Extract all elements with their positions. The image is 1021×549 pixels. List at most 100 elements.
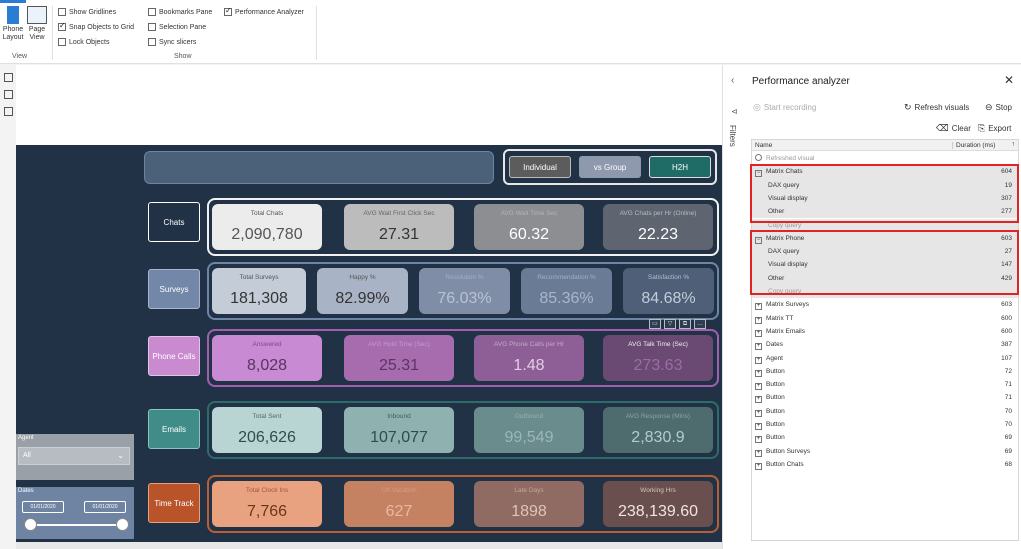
- table-row[interactable]: + Matrix TT 600: [752, 312, 1018, 325]
- toggle-individual[interactable]: Individual: [509, 156, 571, 178]
- expand-icon[interactable]: +: [755, 383, 762, 391]
- filters-pane-collapsed[interactable]: ‹ ⊲ Filters: [722, 65, 747, 549]
- active-tab-indicator: [0, 0, 26, 3]
- focus-mode-icon[interactable]: ⧉: [679, 319, 691, 329]
- phone-layout-icon: [7, 6, 19, 24]
- expand-icon[interactable]: +: [755, 343, 762, 351]
- lock-objects-checkbox[interactable]: Lock Objects: [58, 38, 109, 46]
- row-duration: 70: [1004, 407, 1012, 415]
- data-view-icon[interactable]: [3, 90, 13, 99]
- table-row[interactable]: + Button 70: [752, 405, 1018, 418]
- start-recording-button[interactable]: ◎ Start recording: [753, 102, 816, 113]
- row-name: Agent: [766, 354, 783, 362]
- dates-slicer: Dates 01/01/2020 01/01/2020: [16, 487, 134, 539]
- row-duration: 600: [1001, 314, 1012, 322]
- pin-icon[interactable]: ▭: [649, 319, 661, 329]
- expand-icon[interactable]: +: [755, 369, 762, 377]
- date-to-input[interactable]: 01/01/2020: [84, 501, 126, 513]
- model-view-icon[interactable]: [3, 107, 13, 116]
- table-row[interactable]: + Dates 387: [752, 338, 1018, 351]
- time-track-button[interactable]: Time Track: [148, 483, 200, 523]
- canvas-top-area: [16, 65, 722, 145]
- kpi-card: AVG Response (Mins) 2,830.9: [603, 407, 713, 453]
- row-duration: 71: [1004, 394, 1012, 402]
- row-duration: 107: [1001, 354, 1012, 362]
- filter-icon[interactable]: ▽: [664, 319, 676, 329]
- export-button[interactable]: ⎘ Export: [978, 123, 1011, 134]
- table-header: Name Duration (ms) ↑: [752, 140, 1018, 151]
- table-row[interactable]: + Button 71: [752, 391, 1018, 404]
- phone-calls-button[interactable]: Phone Calls: [148, 336, 200, 376]
- expand-icon[interactable]: +: [755, 409, 762, 417]
- kpi-card: AVG Phone Calls per Hr 1.48: [474, 335, 584, 381]
- table-row[interactable]: + Agent 107: [752, 352, 1018, 365]
- toggle-h2h[interactable]: H2H: [649, 156, 711, 178]
- surveys-button[interactable]: Surveys: [148, 269, 200, 309]
- chats-button[interactable]: Chats: [148, 202, 200, 242]
- performance-analyzer-checkbox[interactable]: Performance Analyzer: [224, 6, 304, 16]
- clear-button[interactable]: ⌫ Clear: [936, 123, 971, 134]
- agent-dropdown[interactable]: All ⌄: [18, 447, 130, 465]
- row-name: Button Surveys: [766, 447, 811, 455]
- more-options-icon[interactable]: …: [694, 319, 706, 329]
- visual-header-toolbar: ▭ ▽ ⧉ …: [649, 319, 706, 329]
- kpi-card: Inbound 107,077: [344, 407, 454, 453]
- table-row[interactable]: + Button 72: [752, 365, 1018, 378]
- row-name: Dates: [766, 341, 783, 349]
- toggle-vs-group[interactable]: vs Group: [579, 156, 641, 178]
- table-row[interactable]: + Matrix Surveys 603: [752, 298, 1018, 311]
- kpi-card: Total Chats 2,090,780: [212, 204, 322, 250]
- emails-button[interactable]: Emails: [148, 409, 200, 449]
- table-row[interactable]: + Button 69: [752, 431, 1018, 444]
- expand-icon[interactable]: +: [755, 436, 762, 444]
- show-gridlines-checkbox[interactable]: Show Gridlines: [58, 8, 116, 16]
- column-duration[interactable]: Duration (ms): [952, 142, 995, 149]
- row-name: Matrix TT: [766, 314, 794, 322]
- kpi-card: AVG Chats per Hr (Online) 22.23: [603, 204, 713, 250]
- surveys-row: Total Surveys 181,308 Happy % 82.99% Resol…: [207, 262, 719, 320]
- row-name: Button: [766, 407, 785, 415]
- close-icon[interactable]: ✕: [1004, 73, 1014, 87]
- phone-layout-button[interactable]: Phone Layout: [0, 6, 26, 42]
- kpi-card: Outbound 99,549: [474, 407, 584, 453]
- bookmarks-pane-checkbox[interactable]: Bookmarks Pane: [148, 8, 212, 16]
- sync-slicers-checkbox[interactable]: Sync slicers: [148, 38, 196, 46]
- expand-icon[interactable]: +: [755, 396, 762, 404]
- expand-icon[interactable]: +: [755, 329, 762, 337]
- date-range-slider[interactable]: [30, 524, 122, 526]
- row-duration: 69: [1004, 434, 1012, 442]
- table-row[interactable]: + Button Chats 68: [752, 458, 1018, 471]
- agent-slicer: Agent All ⌄: [16, 434, 134, 480]
- expand-icon[interactable]: +: [755, 462, 762, 470]
- page-view-icon: [27, 6, 47, 24]
- page-view-button[interactable]: Page View: [24, 6, 50, 42]
- table-row[interactable]: + Button 70: [752, 418, 1018, 431]
- expand-icon[interactable]: +: [755, 423, 762, 430]
- date-from-input[interactable]: 01/01/2020: [22, 501, 64, 513]
- chevron-left-icon[interactable]: ‹: [731, 75, 734, 86]
- refresh-icon: ↻: [904, 102, 912, 112]
- kpi-card: Total Sent 206,626: [212, 407, 322, 453]
- refresh-visuals-button[interactable]: ↻ Refresh visuals: [904, 102, 969, 113]
- report-view-icon[interactable]: [3, 73, 13, 82]
- slider-end-handle[interactable]: [116, 518, 129, 531]
- row-name: Refreshed visual: [766, 155, 815, 162]
- stop-button[interactable]: ⊖ Stop: [985, 102, 1012, 113]
- kpi-card: AVG Talk Time (Sec) 273.63: [603, 335, 713, 381]
- snap-to-grid-checkbox[interactable]: Snap Objects to Grid: [58, 21, 134, 31]
- selection-pane-checkbox[interactable]: Selection Pane: [148, 23, 206, 31]
- row-duration: 68: [1004, 460, 1012, 468]
- table-row[interactable]: + Button 71: [752, 378, 1018, 391]
- slider-start-handle[interactable]: [24, 518, 37, 531]
- ribbon-separator: [316, 6, 317, 60]
- table-row[interactable]: + Button Surveys 69: [752, 445, 1018, 458]
- show-group-label: Show: [174, 53, 192, 60]
- sort-icon[interactable]: ↑: [1012, 141, 1016, 148]
- ribbon: Phone Layout Page View View Show Gridlin…: [0, 0, 1021, 64]
- expand-icon[interactable]: +: [755, 303, 762, 311]
- column-name[interactable]: Name: [755, 142, 772, 149]
- table-row[interactable]: + Matrix Emails 600: [752, 325, 1018, 338]
- expand-icon[interactable]: +: [755, 316, 762, 324]
- expand-icon[interactable]: +: [755, 356, 762, 364]
- expand-icon[interactable]: +: [755, 449, 762, 457]
